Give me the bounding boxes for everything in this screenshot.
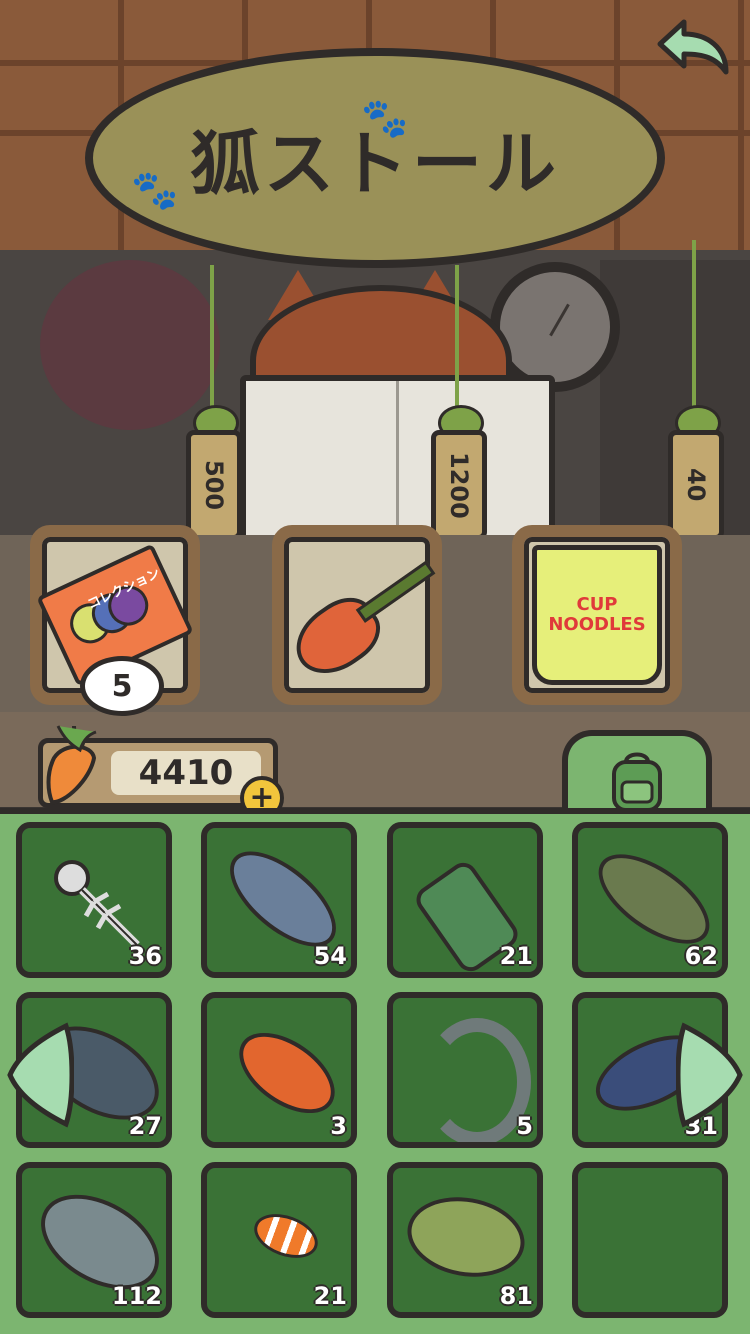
paw-print-icon: 🐾 <box>361 96 409 140</box>
inventory-slot-tuna[interactable]: 54 <box>201 822 357 978</box>
shop-item-slot-3[interactable]: CUP NOODLES <box>512 525 682 705</box>
item-count: 36 <box>128 942 162 970</box>
inventory-slot-goldfish[interactable]: 3 <box>201 992 357 1148</box>
previous-page-arrow[interactable] <box>4 1020 74 1130</box>
tag-string <box>692 240 696 415</box>
item-count: 81 <box>499 1282 533 1310</box>
item-count: 3 <box>330 1112 347 1140</box>
newspaper <box>240 375 555 545</box>
next-page-arrow[interactable] <box>676 1020 746 1130</box>
inventory-slot-sturgeon[interactable]: 5 <box>387 992 543 1148</box>
item-count: 21 <box>499 942 533 970</box>
item-count: 62 <box>684 942 718 970</box>
price-tag: 500 <box>186 430 242 540</box>
inventory-slot-clownfish[interactable]: 21 <box>201 1162 357 1318</box>
item-stock-bubble: 5 <box>80 656 164 716</box>
clownfish-icon <box>248 1205 324 1267</box>
shop-item-slot-2[interactable] <box>272 525 442 705</box>
cup-noodles-item: CUP NOODLES <box>532 545 662 685</box>
item-count: 21 <box>313 1282 347 1310</box>
item-count: 112 <box>111 1282 162 1310</box>
inventory-slot-crucian-carp[interactable]: 112 <box>16 1162 172 1318</box>
tag-string <box>210 265 214 415</box>
shop-sign: 🐾 🐾 狐ストール <box>85 48 665 268</box>
inventory-slot-bass[interactable]: 62 <box>572 822 728 978</box>
tag-string <box>455 265 459 415</box>
inventory-slot-fish-bone[interactable]: 36 <box>16 822 172 978</box>
inventory-slot-message-bottle[interactable]: 21 <box>387 822 543 978</box>
item-count: 5 <box>516 1112 533 1140</box>
carrot-amount: 4410 <box>111 751 261 795</box>
carrot-guitar-item <box>280 549 436 688</box>
paper-fan-decoration <box>40 260 220 430</box>
sturgeon-icon <box>423 1018 531 1142</box>
sunfish-icon <box>401 1188 531 1286</box>
carrot-icon <box>46 725 97 805</box>
item-count: 54 <box>313 942 347 970</box>
paw-print-icon: 🐾 <box>131 168 179 212</box>
item-count: 27 <box>128 1112 162 1140</box>
inventory-slot-empty[interactable] <box>572 1162 728 1318</box>
back-arrow-button[interactable] <box>650 14 736 84</box>
price-tag: 40 <box>668 430 724 540</box>
price-tag: 1200 <box>431 430 487 540</box>
inventory-slot-sunfish[interactable]: 81 <box>387 1162 543 1318</box>
